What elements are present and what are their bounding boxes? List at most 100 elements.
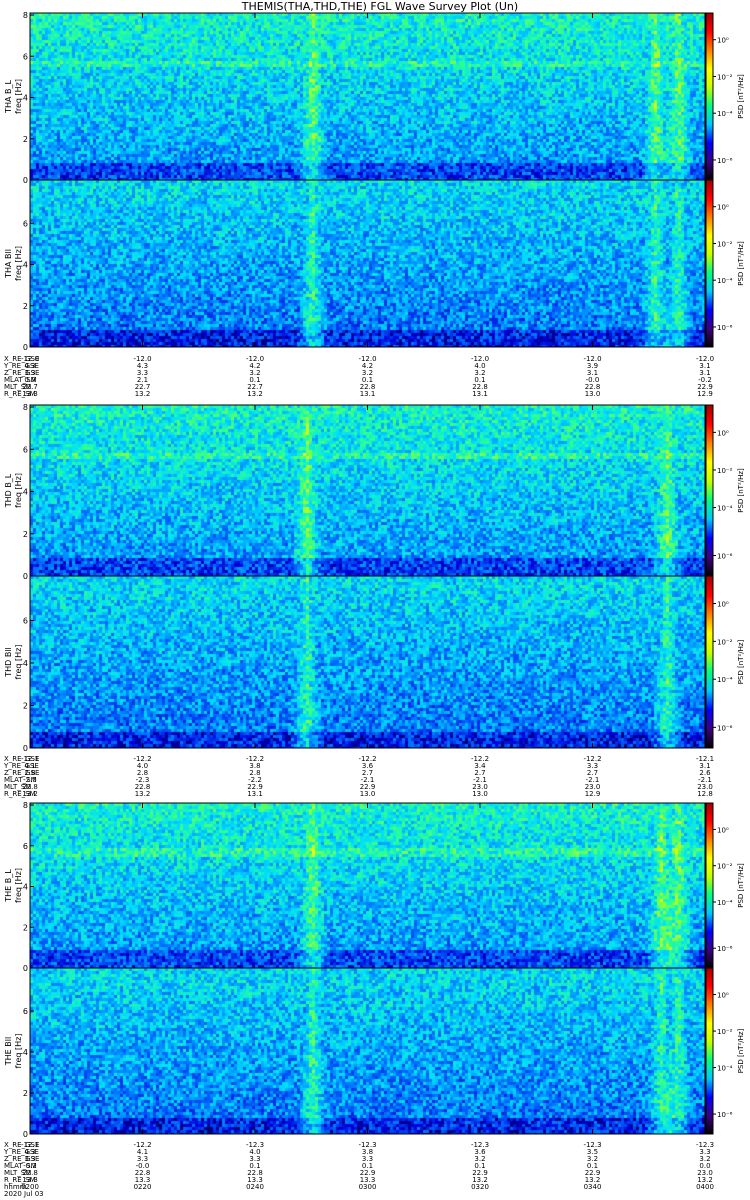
ephemeris-value: 13.2 [135, 790, 151, 798]
y-tick-label: 0 [23, 964, 28, 973]
colorbar-tick-label: 10⁻⁴ [717, 110, 733, 118]
y-tick-label: 2 [23, 702, 28, 711]
panel-unit-label: freq [Hz] [14, 868, 23, 903]
y-tick-label: 0 [23, 572, 28, 581]
panel-ylabel: THD Bll [4, 647, 13, 678]
panel-ylabel: THE B_L [4, 869, 13, 903]
colorbar-tick-label: 10⁻⁴ [717, 1065, 733, 1073]
ephemeris-value: 12.8 [697, 790, 713, 798]
colorbar-tick-label: 10⁻⁴ [717, 899, 733, 907]
colorbar-tick-label: 10⁰ [717, 429, 729, 437]
y-tick-label: 6 [23, 617, 28, 626]
ephemeris-value: 13.2 [135, 390, 151, 398]
colorbar [705, 12, 714, 181]
ephemeris-value: 13.0 [360, 790, 376, 798]
y-tick-label: 4 [23, 1048, 28, 1057]
y-tick-label: 2 [23, 302, 28, 311]
colorbar-label: PSD [nT²/Hz] [737, 863, 745, 908]
y-tick-label: 0 [23, 343, 28, 352]
ephemeris-value: 13.0 [472, 790, 488, 798]
ephemeris-value: 13.2 [247, 390, 263, 398]
y-tick-label: 2 [23, 923, 28, 932]
colorbar-tick-label: 10⁻⁴ [717, 676, 733, 684]
time-axis-label: 0400 [696, 1183, 714, 1191]
ephemeris-value: 13.3 [22, 390, 38, 398]
y-tick-label: 0 [23, 176, 28, 185]
spectrogram-0-0 [30, 13, 705, 180]
spectrogram-2-1 [30, 968, 705, 1134]
y-tick-label: 4 [23, 94, 28, 103]
colorbar [705, 802, 714, 969]
time-axis-date: 2020 Jul 03 [4, 1190, 44, 1198]
panel-ylabel: THA Bll [4, 249, 13, 279]
y-tick-label: 6 [23, 842, 28, 851]
y-tick-label: 8 [23, 403, 28, 412]
colorbar-label: PSD [nT²/Hz] [737, 639, 745, 684]
panel-unit-label: freq [Hz] [14, 1034, 23, 1069]
panel-ylabel: THE Bll [4, 1037, 13, 1066]
spectrogram-0-1 [30, 180, 705, 347]
y-tick-label: 8 [23, 11, 28, 20]
time-axis-label: 0340 [584, 1183, 602, 1191]
panel-unit-label: freq [Hz] [14, 473, 23, 508]
time-axis-label: 0300 [359, 1183, 377, 1191]
colorbar-tick-label: 10⁻² [717, 467, 733, 475]
y-tick-label: 6 [23, 445, 28, 454]
panel-ylabel: THA B_L [4, 80, 13, 114]
colorbar-tick-label: 10⁻⁶ [717, 324, 733, 332]
panel-unit-label: freq [Hz] [14, 645, 23, 680]
panel-unit-label: freq [Hz] [14, 79, 23, 114]
colorbar-tick-label: 10⁰ [717, 37, 729, 45]
colorbar [705, 404, 714, 577]
colorbar-tick-label: 10⁰ [717, 204, 729, 212]
colorbar-tick-label: 10⁻⁴ [717, 277, 733, 285]
y-tick-label: 4 [23, 261, 28, 270]
colorbar-label: PSD [nT²/Hz] [737, 241, 745, 286]
ephemeris-value: 12.9 [585, 790, 601, 798]
colorbar [705, 967, 714, 1135]
colorbar-tick-label: 10⁻⁶ [717, 724, 733, 732]
colorbar-tick-label: 10⁻² [717, 638, 733, 646]
colorbar-tick-label: 10⁻² [717, 240, 733, 248]
y-tick-label: 2 [23, 135, 28, 144]
y-tick-label: 6 [23, 52, 28, 61]
y-tick-label: 4 [23, 883, 28, 892]
y-tick-label: 4 [23, 488, 28, 497]
spectrogram-1-0 [30, 405, 705, 576]
y-tick-label: 6 [23, 1007, 28, 1016]
panel-ylabel: THD B_L [4, 473, 13, 508]
spectrogram-2-0 [30, 803, 705, 968]
time-axis-label: 0220 [134, 1183, 152, 1191]
colorbar-label: PSD [nT²/Hz] [737, 1028, 745, 1073]
colorbar-tick-label: 10⁻² [717, 863, 733, 871]
colorbar-tick-label: 10⁻² [717, 73, 733, 81]
y-tick-label: 0 [23, 1130, 28, 1139]
y-tick-label: 2 [23, 530, 28, 539]
y-tick-label: 6 [23, 219, 28, 228]
colorbar-label: PSD [nT²/Hz] [737, 74, 745, 119]
colorbar-tick-label: 10⁻⁶ [717, 157, 733, 165]
ephemeris-value: 12.9 [697, 390, 713, 398]
ephemeris-value: 13.2 [22, 790, 38, 798]
ephemeris-value: 13.1 [472, 390, 488, 398]
panel-unit-label: freq [Hz] [14, 246, 23, 281]
colorbar-tick-label: 10⁻⁶ [717, 552, 733, 560]
y-tick-label: 0 [23, 744, 28, 753]
y-tick-label: 4 [23, 659, 28, 668]
ephemeris-value: 13.1 [360, 390, 376, 398]
y-tick-label: 8 [23, 801, 28, 810]
colorbar-tick-label: 10⁰ [717, 601, 729, 609]
wave-survey-figure: 0 2 4 6 8 THA B_L freq [Hz] 10⁰ 10⁻² 10⁻⁴ 10⁻⁶ PSD … [3, 11, 745, 1198]
colorbar-tick-label: 10⁻⁶ [717, 1111, 733, 1119]
y-tick-label: 2 [23, 1089, 28, 1098]
colorbar [705, 575, 714, 749]
colorbar-tick-label: 10⁻² [717, 1028, 733, 1036]
colorbar-tick-label: 10⁻⁶ [717, 945, 733, 953]
ephemeris-value: 13.0 [585, 390, 601, 398]
colorbar-tick-label: 10⁰ [717, 992, 729, 1000]
colorbar [705, 179, 714, 348]
time-axis-label: 0320 [471, 1183, 489, 1191]
colorbar-tick-label: 10⁻⁴ [717, 505, 733, 513]
spectrogram-1-1 [30, 576, 705, 748]
colorbar-label: PSD [nT²/Hz] [737, 468, 745, 513]
